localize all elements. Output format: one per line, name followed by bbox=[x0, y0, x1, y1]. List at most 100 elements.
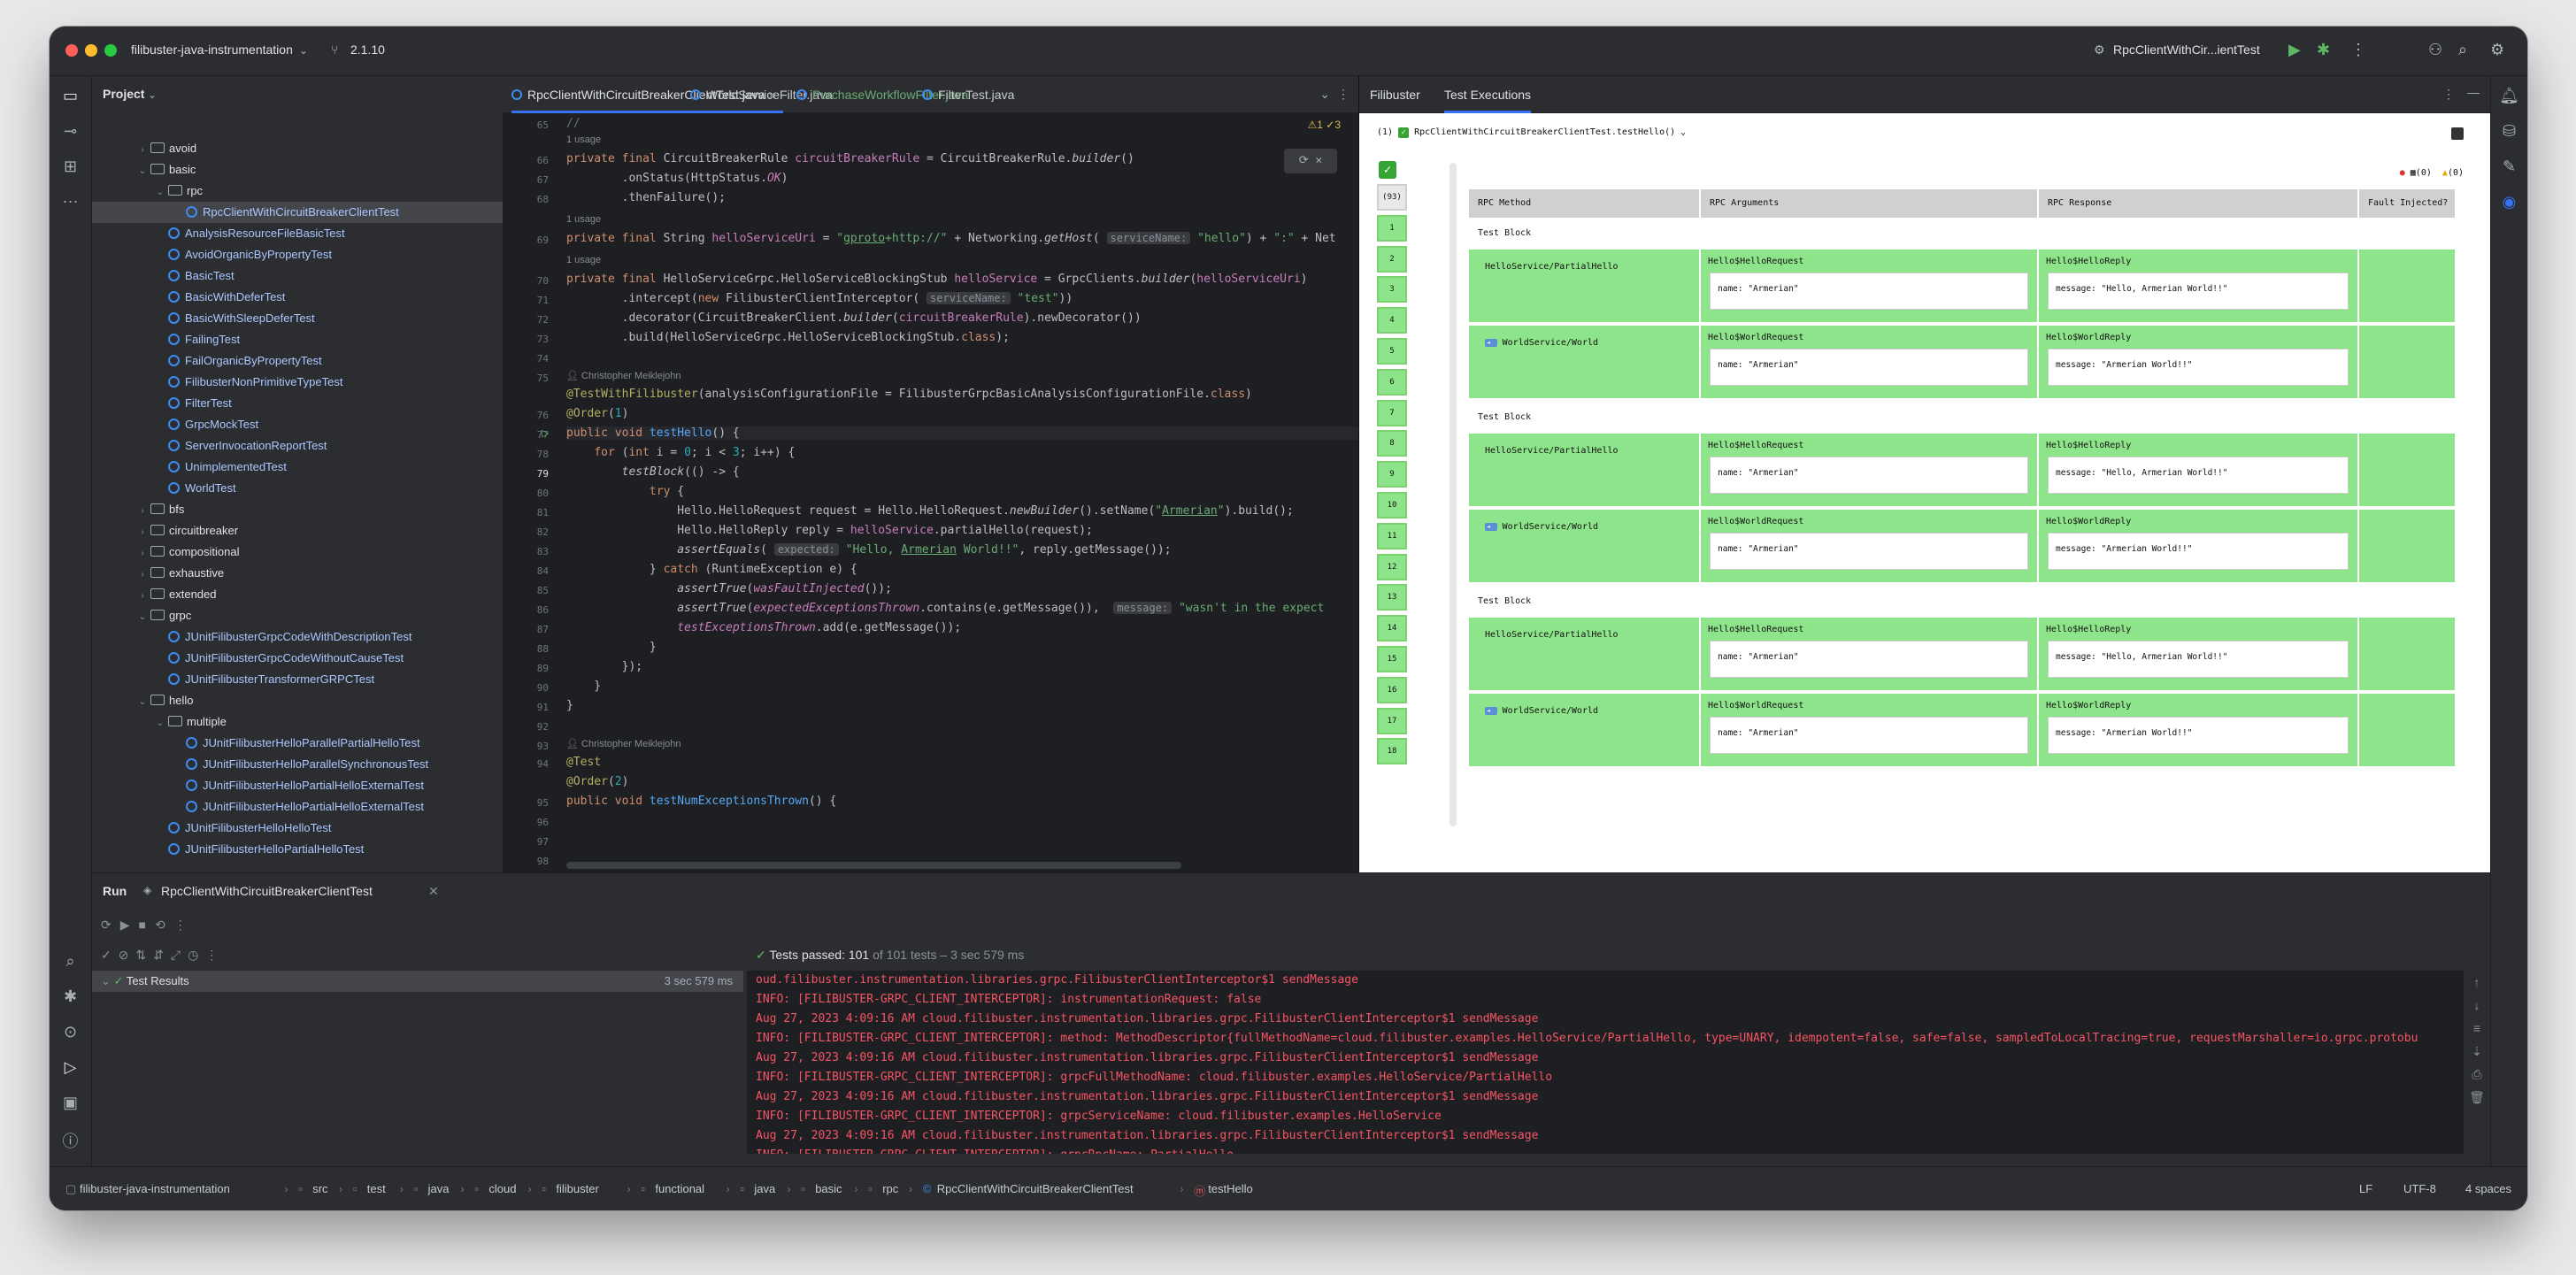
chevron-down-icon[interactable]: ⌄ bbox=[136, 161, 149, 180]
notifications-icon[interactable]: 🔔︎ bbox=[2491, 87, 2527, 105]
filibuster-tool-icon[interactable]: ◉ bbox=[2491, 193, 2527, 211]
rpc-method-cell[interactable]: HelloService/PartialHello bbox=[1469, 250, 1699, 322]
tree-item[interactable]: › compositional bbox=[92, 541, 537, 563]
project-name[interactable]: filibuster-java-instrumentation bbox=[131, 42, 293, 57]
debug-icon[interactable]: ✱ bbox=[2317, 41, 2330, 59]
assistant-icon[interactable]: ✎ bbox=[2491, 157, 2527, 176]
tab-test-executions[interactable]: Test Executions bbox=[1444, 76, 1532, 113]
debug-tool-icon[interactable]: ✱ bbox=[50, 987, 91, 1006]
tree-item[interactable]: ServerInvocationReportTest bbox=[92, 435, 537, 457]
laptop-icon[interactable] bbox=[2451, 127, 2464, 140]
tree-item[interactable]: › circuitbreaker bbox=[92, 520, 537, 541]
tree-item[interactable]: JUnitFilibusterGrpcCodeWithDescriptionTe… bbox=[92, 626, 537, 648]
chevron-down-icon[interactable]: ⌄ bbox=[136, 692, 149, 711]
status-encoding[interactable]: UTF-8 bbox=[2403, 1182, 2436, 1195]
tree-item[interactable]: ⌄ multiple bbox=[92, 711, 537, 733]
tree-item[interactable]: JUnitFilibusterHelloParallelPartialHello… bbox=[92, 733, 537, 754]
run-config-selector[interactable]: RpcClientWithCir...ientTest bbox=[2113, 42, 2260, 57]
tree-item[interactable]: › bfs bbox=[92, 499, 537, 520]
tree-item[interactable]: RpcClientWithCircuitBreakerClientTest bbox=[92, 202, 537, 223]
status-line-separator[interactable]: LF bbox=[2359, 1182, 2372, 1195]
run-icon[interactable]: ▶ bbox=[2288, 41, 2301, 59]
execution-index[interactable]: 10 bbox=[1377, 492, 1407, 518]
tree-item[interactable]: ⌄ basic bbox=[92, 159, 537, 180]
more-icon[interactable]: ⋮ bbox=[2350, 41, 2366, 59]
tree-item[interactable]: FilibusterNonPrimitiveTypeTest bbox=[92, 372, 537, 393]
services-tool-icon[interactable]: ⊙ bbox=[50, 1023, 91, 1041]
reload-popup[interactable]: ⟳ ✕ bbox=[1284, 149, 1337, 173]
tree-item[interactable]: UnimplementedTest bbox=[92, 457, 537, 478]
tree-item[interactable]: JUnitFilibusterHelloParallelSynchronousT… bbox=[92, 754, 537, 775]
tab-run-config[interactable]: RpcClientWithCircuitBreakerClientTest bbox=[161, 884, 373, 898]
execution-index[interactable]: 13 bbox=[1377, 584, 1407, 611]
chevron-right-icon[interactable]: › bbox=[136, 565, 149, 584]
project-panel-header[interactable]: Project ⌄ bbox=[92, 76, 544, 111]
project-tool-icon[interactable]: ▭ bbox=[50, 87, 91, 105]
minimize-icon[interactable]: — bbox=[2467, 85, 2480, 99]
usage-hint[interactable]: 1 usage bbox=[566, 134, 601, 145]
tree-item[interactable]: JUnitFilibusterHelloPartialHelloExternal… bbox=[92, 796, 537, 818]
test-toolbar[interactable]: ✓⊘⇅⇵⤢◷⋮ bbox=[101, 948, 225, 963]
test-run-selector[interactable]: (1) ✓ RpcClientWithCircuitBreakerClientT… bbox=[1377, 127, 1686, 138]
console-output[interactable]: oud.filibuster.instrumentation.libraries… bbox=[747, 971, 2464, 1154]
structure-tool-icon[interactable]: ⊞ bbox=[50, 157, 91, 176]
tree-item[interactable]: ⌄ rpc bbox=[92, 180, 537, 202]
zoom-window-button[interactable] bbox=[104, 44, 117, 57]
execution-index[interactable]: 12 bbox=[1377, 553, 1407, 580]
add-user-icon[interactable]: ⚇ bbox=[2428, 41, 2442, 59]
breadcrumb-item[interactable]: filibuster bbox=[556, 1182, 598, 1195]
execution-index[interactable]: 4 bbox=[1377, 307, 1407, 334]
execution-index[interactable]: 18 bbox=[1377, 738, 1407, 765]
editor-tab[interactable]: FilterTest.java bbox=[922, 76, 1021, 113]
author-hint[interactable]: 👤︎ Christopher Meiklejohn bbox=[566, 370, 681, 381]
tree-item[interactable]: GrpcMockTest bbox=[92, 414, 537, 435]
tree-item[interactable]: FailOrganicByPropertyTest bbox=[92, 350, 537, 372]
breadcrumb-item[interactable]: java bbox=[754, 1182, 775, 1195]
tree-item[interactable]: FailingTest bbox=[92, 329, 537, 350]
tree-item[interactable]: BasicWithDeferTest bbox=[92, 287, 537, 308]
rpc-method-cell[interactable]: HelloService/PartialHello bbox=[1469, 434, 1699, 506]
breadcrumb-item[interactable]: RpcClientWithCircuitBreakerClientTest bbox=[937, 1182, 1134, 1195]
tree-item[interactable]: BasicTest bbox=[92, 265, 537, 287]
chevron-down-icon[interactable]: ⌄ bbox=[136, 607, 149, 626]
execution-index[interactable]: 15 bbox=[1377, 646, 1407, 672]
rpc-method-cell[interactable]: ➔ WorldService/World bbox=[1469, 510, 1699, 582]
breadcrumb-item[interactable]: src bbox=[312, 1182, 327, 1195]
tree-item[interactable]: JUnitFilibusterTransformerGRPCTest bbox=[92, 669, 537, 690]
close-window-button[interactable] bbox=[65, 44, 78, 57]
execution-index[interactable]: 2 bbox=[1377, 245, 1407, 273]
usage-hint[interactable]: 1 usage bbox=[566, 214, 601, 225]
tree-item[interactable]: JUnitFilibusterGrpcCodeWithoutCauseTest bbox=[92, 648, 537, 669]
chevron-right-icon[interactable]: › bbox=[136, 140, 149, 159]
rpc-method-cell[interactable]: ➔ WorldService/World bbox=[1469, 694, 1699, 766]
code-area[interactable]: ⚠1 ✓3 ⟳ ✕ // 1 usage private final Circu… bbox=[557, 113, 1358, 872]
tree-item[interactable]: AnalysisResourceFileBasicTest bbox=[92, 223, 537, 244]
console-toolbar[interactable]: ↑ ↓ ≡ ⇣ ⎙ 🗑︎ bbox=[2465, 971, 2488, 1109]
tree-item[interactable]: WorldTest bbox=[92, 478, 537, 499]
chevron-right-icon[interactable]: › bbox=[136, 501, 149, 520]
settings-icon[interactable]: ⚙ bbox=[2490, 41, 2504, 59]
tab-run[interactable]: Run bbox=[103, 884, 127, 898]
more-tools-icon[interactable]: ⋯ bbox=[50, 193, 91, 211]
execution-index[interactable]: 9 bbox=[1377, 461, 1407, 488]
horizontal-scrollbar[interactable] bbox=[566, 862, 1181, 869]
close-tab-icon[interactable]: ✕ bbox=[428, 884, 439, 899]
usage-hint[interactable]: 1 usage bbox=[566, 255, 601, 265]
chevron-right-icon[interactable]: › bbox=[136, 522, 149, 541]
vertical-scrollbar[interactable] bbox=[1449, 163, 1457, 826]
rpc-method-cell[interactable]: ➔ WorldService/World bbox=[1469, 326, 1699, 398]
tree-item[interactable]: › extended bbox=[92, 584, 537, 605]
execution-index[interactable]: 14 bbox=[1377, 615, 1407, 642]
inspection-widget[interactable]: ⚠1 ✓3 bbox=[1308, 119, 1342, 131]
tree-item[interactable]: JUnitFilibusterHelloPartialHelloExternal… bbox=[92, 775, 537, 796]
breadcrumb-item[interactable]: testHello bbox=[1208, 1182, 1253, 1195]
breadcrumb-item[interactable]: filibuster-java-instrumentation bbox=[80, 1182, 230, 1195]
execution-index[interactable]: 11 bbox=[1377, 522, 1407, 549]
rpc-method-cell[interactable]: HelloService/PartialHello bbox=[1469, 618, 1699, 690]
tab-list-icon[interactable]: ⌄ bbox=[1319, 87, 1330, 102]
execution-index[interactable]: 1 bbox=[1377, 214, 1407, 242]
execution-index[interactable]: 3 bbox=[1377, 276, 1407, 303]
chevron-right-icon[interactable]: › bbox=[136, 543, 149, 563]
execution-index[interactable]: 16 bbox=[1377, 676, 1407, 703]
execution-index[interactable]: 8 bbox=[1377, 430, 1407, 457]
